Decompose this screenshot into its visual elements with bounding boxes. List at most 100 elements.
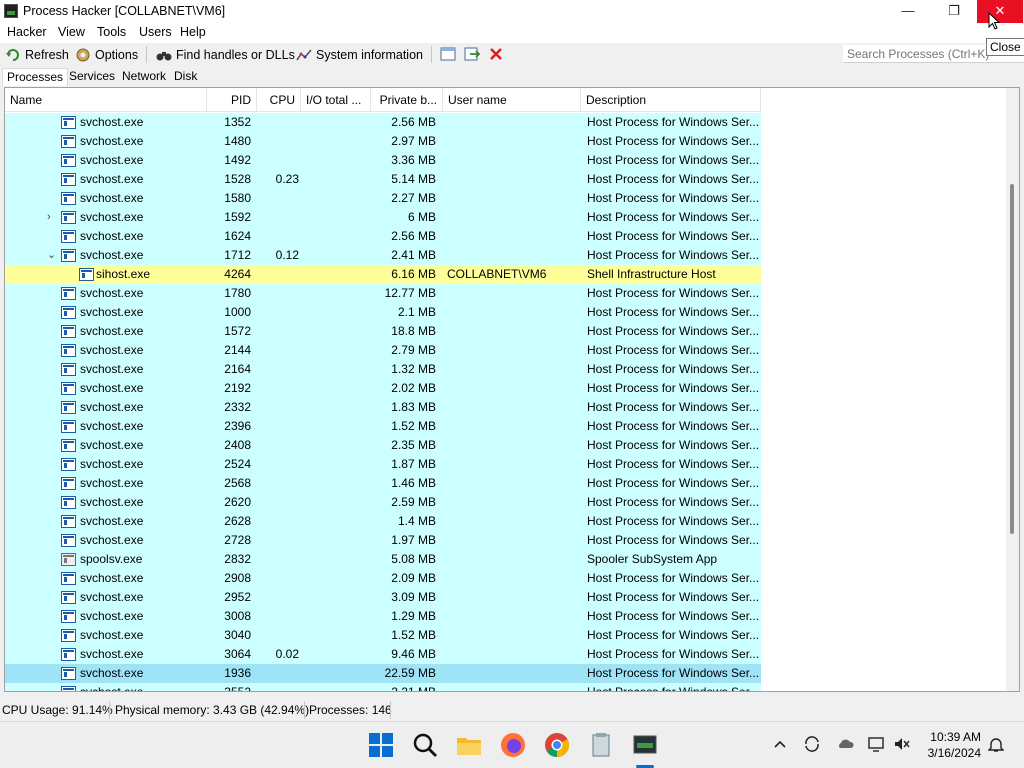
table-row[interactable]: svchost.exe 3008 1.29 MB Host Process for W… <box>5 607 761 626</box>
process-user-name <box>447 474 577 493</box>
options-label: Options <box>95 48 139 62</box>
table-row[interactable]: svchost.exe 3040 1.52 MB Host Process for W… <box>5 626 761 645</box>
table-row[interactable]: svchost.exe 2620 2.59 MB Host Process for W… <box>5 493 761 512</box>
menu-help[interactable]: Help <box>180 25 206 39</box>
table-row[interactable]: svchost.exe 2524 1.87 MB Host Process for W… <box>5 455 761 474</box>
table-row[interactable]: svchost.exe 3552 2.21 MB Host Process for W… <box>5 683 761 692</box>
tab-strip: Processes Services Network Disk <box>0 66 1024 86</box>
clock-time[interactable]: 10:39 AM <box>925 730 981 744</box>
column-name[interactable]: Name <box>5 88 207 112</box>
chrome-icon[interactable] <box>543 731 571 759</box>
tab-services[interactable]: Services <box>65 68 119 86</box>
process-user-name <box>447 645 577 664</box>
tab-network[interactable]: Network <box>118 68 170 86</box>
process-cpu <box>257 683 299 691</box>
file-explorer-icon[interactable] <box>455 731 483 759</box>
chevron-down-icon[interactable]: ⌄ <box>47 246 56 265</box>
search-icon[interactable] <box>411 731 439 759</box>
table-row[interactable]: svchost.exe 2144 2.79 MB Host Process for W… <box>5 341 761 360</box>
process-icon <box>61 325 76 338</box>
notepad-icon[interactable] <box>587 731 615 759</box>
process-icon <box>61 363 76 376</box>
chevron-up-icon[interactable] <box>773 739 787 749</box>
table-row[interactable]: svchost.exe 1352 2.56 MB Host Process for W… <box>5 113 761 132</box>
system-information-button[interactable]: System information <box>296 46 423 64</box>
terminate-icon[interactable] <box>489 47 503 61</box>
menu-hacker[interactable]: Hacker <box>7 25 47 39</box>
table-row[interactable]: svchost.exe 2952 3.09 MB Host Process for W… <box>5 588 761 607</box>
sync-icon[interactable] <box>803 735 821 753</box>
process-rows: svchost.exe 1352 2.56 MB Host Process for W… <box>5 113 1005 692</box>
window-arrow-icon[interactable] <box>464 47 480 61</box>
table-row[interactable]: svchost.exe 2408 2.35 MB Host Process for W… <box>5 436 761 455</box>
column-description[interactable]: Description <box>581 88 761 112</box>
tab-processes[interactable]: Processes <box>2 68 69 86</box>
process-name: svchost.exe <box>80 134 144 148</box>
close-button[interactable]: ✕ <box>977 0 1023 23</box>
table-row[interactable]: spoolsv.exe 2832 5.08 MB Spooler SubSystem … <box>5 550 761 569</box>
process-user-name <box>447 246 577 265</box>
table-row[interactable]: svchost.exe 1480 2.97 MB Host Process for W… <box>5 132 761 151</box>
process-cpu <box>257 227 299 246</box>
column-cpu[interactable]: CPU <box>257 88 301 112</box>
chevron-right-icon[interactable]: › <box>47 208 51 227</box>
options-button[interactable]: Options <box>75 46 138 64</box>
process-description: Host Process for Windows Ser... <box>587 381 759 395</box>
process-private-bytes: 2.79 MB <box>391 343 436 357</box>
table-row[interactable]: svchost.exe 2568 1.46 MB Host Process for W… <box>5 474 761 493</box>
minimize-button[interactable]: — <box>885 0 931 23</box>
column-private-bytes[interactable]: Private b... <box>371 88 443 112</box>
process-table[interactable]: Name PID CPU I/O total ... Private b... … <box>4 87 1020 692</box>
menu-users[interactable]: Users <box>139 25 172 39</box>
table-row[interactable]: svchost.exe 1492 3.36 MB Host Process for W… <box>5 151 761 170</box>
table-row[interactable]: svchost.exe 2332 1.83 MB Host Process for W… <box>5 398 761 417</box>
network-icon[interactable] <box>867 736 885 752</box>
find-handles-button[interactable]: Find handles or DLLs <box>156 46 295 64</box>
process-user-name <box>447 588 577 607</box>
table-row[interactable]: svchost.exe 1000 2.1 MB Host Process for Wi… <box>5 303 761 322</box>
tab-disk[interactable]: Disk <box>170 68 201 86</box>
notification-bell-icon[interactable] <box>988 736 1004 753</box>
process-name: svchost.exe <box>80 324 144 338</box>
menu-tools[interactable]: Tools <box>97 25 126 39</box>
table-row[interactable]: svchost.exe 1936 22.59 MB Host Process for … <box>5 664 761 683</box>
table-row[interactable]: svchost.exe 1528 0.23 5.14 MB Host Process f… <box>5 170 761 189</box>
table-row[interactable]: svchost.exe 3064 0.02 9.46 MB Host Process f… <box>5 645 761 664</box>
table-row[interactable]: ⌄ svchost.exe 1712 0.12 2.41 MB Host Process … <box>5 246 761 265</box>
table-row[interactable]: svchost.exe 2192 2.02 MB Host Process for W… <box>5 379 761 398</box>
process-description: Host Process for Windows Ser... <box>587 685 759 692</box>
table-row[interactable]: svchost.exe 2396 1.52 MB Host Process for W… <box>5 417 761 436</box>
column-user-name[interactable]: User name <box>443 88 581 112</box>
restore-button[interactable]: ❐ <box>931 0 977 23</box>
table-row[interactable]: › svchost.exe 1592 6 MB Host Process for Win… <box>5 208 761 227</box>
menu-view[interactable]: View <box>58 25 85 39</box>
window-icon[interactable] <box>440 47 456 61</box>
process-hacker-icon[interactable] <box>631 731 659 759</box>
table-row[interactable]: svchost.exe 1780 12.77 MB Host Process for … <box>5 284 761 303</box>
clock-date[interactable]: 3/16/2024 <box>920 746 981 760</box>
process-private-bytes: 2.02 MB <box>391 381 436 395</box>
table-row[interactable]: sihost.exe 4264 6.16 MB COLLABNET\VM6 Shell … <box>5 265 761 284</box>
scrollbar-thumb[interactable] <box>1010 184 1014 534</box>
table-row[interactable]: svchost.exe 1572 18.8 MB Host Process for W… <box>5 322 761 341</box>
cloud-icon[interactable] <box>836 736 854 752</box>
process-user-name <box>447 417 577 436</box>
windows-start-icon[interactable] <box>367 731 395 759</box>
table-row[interactable]: svchost.exe 2908 2.09 MB Host Process for W… <box>5 569 761 588</box>
table-row[interactable]: svchost.exe 2164 1.32 MB Host Process for W… <box>5 360 761 379</box>
speaker-muted-icon[interactable] <box>893 736 911 752</box>
refresh-button[interactable]: Refresh <box>5 46 69 64</box>
process-icon <box>61 211 76 224</box>
firefox-icon[interactable] <box>499 731 527 759</box>
column-pid[interactable]: PID <box>207 88 257 112</box>
process-cpu <box>257 398 299 417</box>
process-icon <box>61 344 76 357</box>
process-name: svchost.exe <box>80 609 144 623</box>
table-row[interactable]: svchost.exe 2728 1.97 MB Host Process for W… <box>5 531 761 550</box>
column-io-total[interactable]: I/O total ... <box>301 88 371 112</box>
table-row[interactable]: svchost.exe 1580 2.27 MB Host Process for W… <box>5 189 761 208</box>
table-row[interactable]: svchost.exe 2628 1.4 MB Host Process for Wi… <box>5 512 761 531</box>
vertical-scrollbar[interactable] <box>1006 88 1019 691</box>
table-row[interactable]: svchost.exe 1624 2.56 MB Host Process for W… <box>5 227 761 246</box>
process-icon <box>61 154 76 167</box>
